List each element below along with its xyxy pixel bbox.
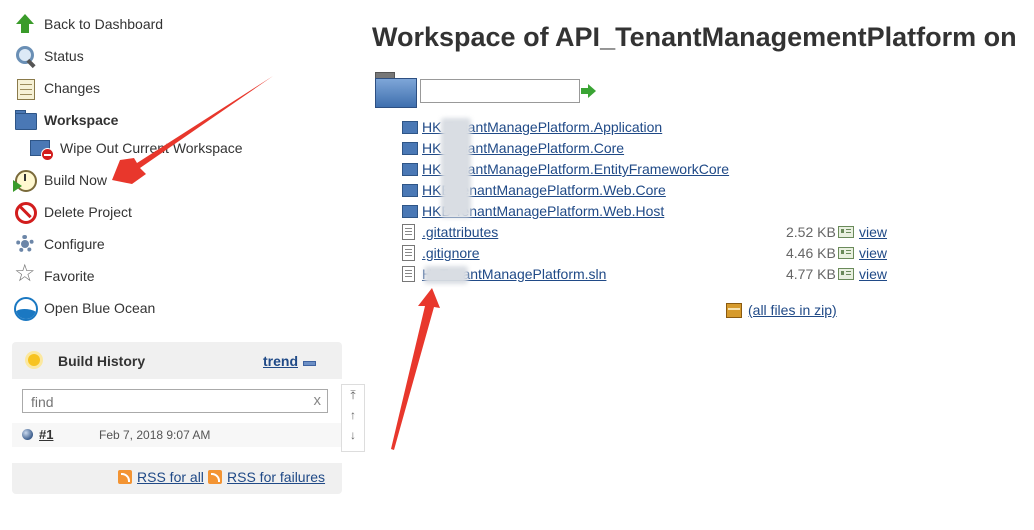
workspace-folder-icon <box>375 72 417 108</box>
task-label[interactable]: Favorite <box>44 268 95 284</box>
view-icon <box>838 268 854 280</box>
page-down-icon[interactable]: ↓ <box>342 425 364 445</box>
blue-ocean-icon <box>14 297 38 321</box>
build-row: #1 Feb 7, 2018 9:07 AM <box>12 423 342 447</box>
redaction-blur <box>424 266 468 284</box>
build-status-ball-icon <box>22 429 33 440</box>
folder-icon <box>402 183 418 197</box>
wipe-folder-icon <box>30 137 54 161</box>
task-label[interactable]: Changes <box>44 80 100 96</box>
zip-label[interactable]: (all files in zip) <box>748 302 837 318</box>
arrow-up-icon <box>14 13 36 35</box>
task-configure[interactable]: Configure <box>14 232 105 256</box>
path-input[interactable] <box>420 79 580 103</box>
file-icon <box>402 266 415 282</box>
zip-icon <box>726 302 742 318</box>
build-date: Feb 7, 2018 9:07 AM <box>99 428 211 442</box>
folder-icon <box>14 109 37 131</box>
task-back-to-dashboard[interactable]: Back to Dashboard <box>14 12 163 36</box>
task-delete-project[interactable]: Delete Project <box>14 200 132 224</box>
build-search-input[interactable] <box>29 391 303 413</box>
page-first-icon[interactable]: ⤒ <box>342 385 364 405</box>
file-entry[interactable]: .gitattributes <box>402 222 498 242</box>
view-icon <box>838 247 854 259</box>
task-status[interactable]: Status <box>14 44 84 69</box>
build-history-panel: Build History trend x #1 Feb 7, 2018 9:0… <box>12 342 342 494</box>
trend-link[interactable]: trend <box>263 353 298 369</box>
view-label[interactable]: view <box>859 266 887 282</box>
file-icon <box>402 245 415 261</box>
folder-entry[interactable]: HK TenantManagePlatform.Core <box>402 138 624 158</box>
rss-failures-label[interactable]: RSS for failures <box>227 469 325 485</box>
folder-icon <box>402 120 418 134</box>
annotation-arrow-sln-file <box>391 288 440 450</box>
task-label[interactable]: Delete Project <box>44 204 132 220</box>
sun-icon <box>28 354 40 366</box>
gear-icon <box>14 233 36 255</box>
file-size: 4.46 KB <box>786 245 836 261</box>
view-icon <box>838 226 854 238</box>
redaction-blur <box>441 118 471 218</box>
notepad-icon <box>14 77 36 100</box>
folder-icon <box>402 162 418 176</box>
view-label[interactable]: view <box>859 224 887 240</box>
clock-icon <box>13 169 37 192</box>
zip-download-link[interactable]: (all files in zip) <box>726 300 837 320</box>
view-link[interactable]: view <box>838 264 887 284</box>
no-entry-icon <box>14 201 37 224</box>
build-number-link[interactable]: #1 <box>39 427 53 442</box>
build-history-title: Build History <box>58 353 146 369</box>
file-size: 2.52 KB <box>786 224 836 240</box>
task-label[interactable]: Build Now <box>44 172 107 188</box>
collapse-icon[interactable] <box>303 361 316 366</box>
task-favorite[interactable]: ☆ Favorite <box>14 260 95 288</box>
task-label[interactable]: Wipe Out Current Workspace <box>60 140 243 156</box>
task-build-now[interactable]: Build Now <box>13 168 107 192</box>
build-history-pager: ⤒ ↑ ↓ <box>341 384 365 452</box>
file-link[interactable]: .gitignore <box>422 245 480 261</box>
rss-icon <box>208 470 222 484</box>
task-label[interactable]: Back to Dashboard <box>44 16 163 32</box>
view-label[interactable]: view <box>859 245 887 261</box>
clear-search-icon[interactable]: x <box>314 392 322 409</box>
task-changes[interactable]: Changes <box>14 76 100 100</box>
task-wipe-out-workspace[interactable]: Wipe Out Current Workspace <box>30 136 243 161</box>
task-workspace[interactable]: Workspace <box>14 108 118 132</box>
magnifier-icon <box>14 45 36 69</box>
task-open-blue-ocean[interactable]: Open Blue Ocean <box>14 296 155 321</box>
task-label[interactable]: Open Blue Ocean <box>44 300 155 316</box>
file-size: 4.77 KB <box>786 266 836 282</box>
build-history-header: Build History trend <box>12 342 342 378</box>
task-label[interactable]: Status <box>44 48 84 64</box>
view-link[interactable]: view <box>838 243 887 263</box>
task-label[interactable]: Configure <box>44 236 105 252</box>
file-link[interactable]: .gitattributes <box>422 224 498 240</box>
page-up-icon[interactable]: ↑ <box>342 405 364 425</box>
task-label[interactable]: Workspace <box>44 112 118 128</box>
build-history-body: x #1 Feb 7, 2018 9:07 AM <box>12 379 342 463</box>
page-title: Workspace of API_TenantManagementPlatfor… <box>372 22 1017 52</box>
build-search-box[interactable]: x <box>22 389 328 413</box>
folder-icon <box>402 141 418 155</box>
file-entry[interactable]: .gitignore <box>402 243 480 263</box>
view-link[interactable]: view <box>838 222 887 242</box>
rss-failures-link[interactable]: RSS for failures <box>208 468 325 486</box>
rss-all-link[interactable]: RSS for all <box>118 468 204 486</box>
rss-all-label[interactable]: RSS for all <box>137 469 204 485</box>
folder-icon <box>402 204 418 218</box>
rss-icon <box>118 470 132 484</box>
side-panel: Back to Dashboard Status Changes Workspa… <box>0 0 365 530</box>
file-icon <box>402 224 415 240</box>
star-icon: ☆ <box>14 260 36 287</box>
